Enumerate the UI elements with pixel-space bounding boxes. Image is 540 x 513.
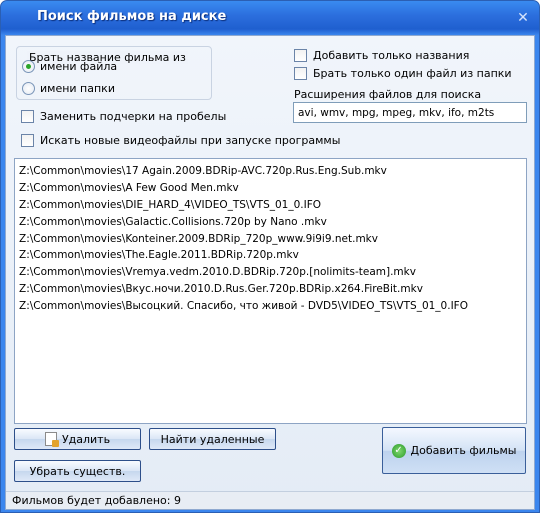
- search-on-startup-checkbox[interactable]: [21, 134, 34, 147]
- extensions-label: Расширения файлов для поиска: [294, 88, 482, 101]
- one-file-per-folder-checkbox[interactable]: [294, 67, 307, 80]
- document-delete-icon: [44, 432, 59, 447]
- add-movies-button-label: Добавить фильмы: [410, 444, 517, 457]
- dialog-body: Брать название фильма из имени файла име…: [5, 35, 535, 510]
- extensions-input[interactable]: [293, 102, 527, 123]
- list-item[interactable]: Z:\Common\movies\Вкус.ночи.2010.D.Rus.Ge…: [19, 281, 522, 298]
- search-on-startup-option[interactable]: Искать новые видеофайлы при запуске прог…: [21, 134, 340, 147]
- radio-foldername[interactable]: [22, 82, 35, 95]
- find-deleted-button-label: Найти удаленные: [160, 432, 265, 446]
- list-item[interactable]: Z:\Common\movies\Высоцкий. Спасибо, что …: [19, 298, 522, 315]
- search-on-startup-label: Искать новые видеофайлы при запуске прог…: [40, 134, 341, 147]
- radio-filename[interactable]: [22, 60, 35, 73]
- strip-nouns-button[interactable]: Убрать существ.: [14, 460, 141, 482]
- list-item[interactable]: Z:\Common\movies\17 Again.2009.BDRip-AVC…: [19, 163, 522, 180]
- list-item[interactable]: Z:\Common\movies\Vremya.vedm.2010.D.BDRi…: [19, 264, 522, 281]
- radio-row-filename[interactable]: имени файла: [22, 60, 117, 73]
- list-item[interactable]: Z:\Common\movies\Galactic.Collisions.720…: [19, 214, 522, 231]
- window-title: Поиск фильмов на диске: [37, 9, 227, 24]
- add-names-only-option[interactable]: Добавить только названия: [294, 49, 469, 62]
- radio-filename-label: имени файла: [40, 60, 118, 73]
- add-names-only-label: Добавить только названия: [313, 49, 470, 62]
- one-file-per-folder-option[interactable]: Брать только один файл из папки: [294, 67, 512, 80]
- strip-nouns-button-label: Убрать существ.: [29, 464, 126, 478]
- radio-foldername-label: имени папки: [40, 82, 115, 95]
- found-files-list[interactable]: Z:\Common\movies\17 Again.2009.BDRip-AVC…: [14, 158, 527, 424]
- add-names-only-checkbox[interactable]: [294, 49, 307, 62]
- replace-underscores-label: Заменить подчерки на пробелы: [40, 110, 227, 123]
- status-text: Фильмов будет добавлено: 9: [12, 494, 181, 507]
- list-item[interactable]: Z:\Common\movies\The.Eagle.2011.BDRip.72…: [19, 247, 522, 264]
- search-movies-window: Поиск фильмов на диске ✕ Брать название …: [0, 0, 540, 513]
- find-deleted-button[interactable]: Найти удаленные: [149, 428, 276, 450]
- list-item[interactable]: Z:\Common\movies\Konteiner.2009.BDRip_72…: [19, 231, 522, 248]
- delete-button-label: Удалить: [61, 432, 111, 446]
- list-item[interactable]: Z:\Common\movies\DIE_HARD_4\VIDEO_TS\VTS…: [19, 197, 522, 214]
- replace-underscores-option[interactable]: Заменить подчерки на пробелы: [21, 110, 226, 123]
- delete-button[interactable]: Удалить: [14, 428, 141, 450]
- title-bar[interactable]: Поиск фильмов на диске ✕: [1, 1, 539, 35]
- one-file-per-folder-label: Брать только один файл из папки: [313, 67, 512, 80]
- status-bar: Фильмов будет добавлено: 9: [6, 491, 534, 509]
- list-item[interactable]: Z:\Common\movies\A Few Good Men.mkv: [19, 180, 522, 197]
- close-icon[interactable]: ✕: [513, 8, 533, 28]
- radio-row-foldername[interactable]: имени папки: [22, 82, 115, 95]
- replace-underscores-checkbox[interactable]: [21, 110, 34, 123]
- add-movies-button[interactable]: ✓ Добавить фильмы: [382, 427, 526, 474]
- ok-check-icon: ✓: [391, 443, 406, 458]
